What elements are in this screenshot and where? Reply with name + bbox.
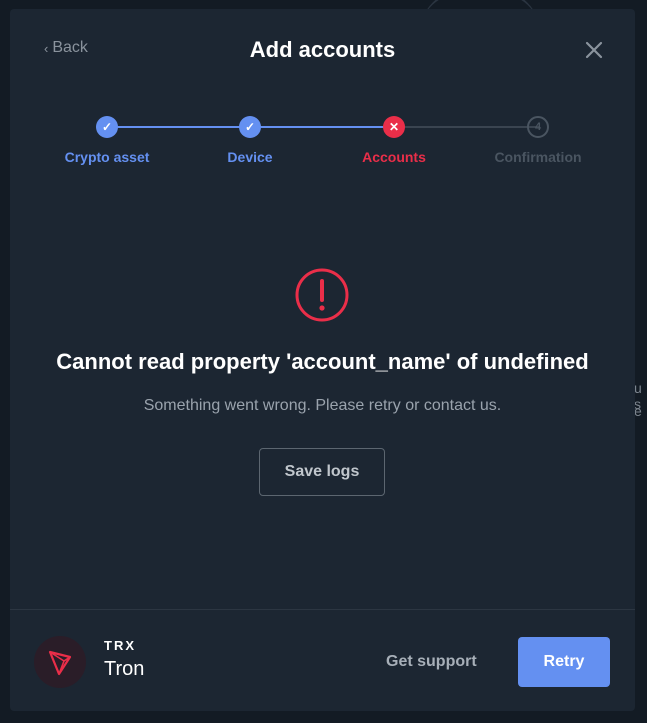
coin-ticker: TRX xyxy=(104,638,136,653)
save-logs-button[interactable]: Save logs xyxy=(259,448,385,496)
retry-button[interactable]: Retry xyxy=(518,637,610,687)
step-connector xyxy=(107,126,251,128)
step-1-check-icon: ✓ xyxy=(96,116,118,138)
error-subtitle: Something went wrong. Please retry or co… xyxy=(143,397,502,414)
step-connector xyxy=(251,126,395,128)
step-2-check-icon: ✓ xyxy=(239,116,261,138)
modal-footer: TRX Tron Get support Retry xyxy=(10,609,635,712)
get-support-button[interactable]: Get support xyxy=(386,653,477,671)
step-label-confirmation: Confirmation xyxy=(494,149,582,165)
step-connector xyxy=(395,126,539,128)
step-label-device: Device xyxy=(227,149,273,165)
error-circle-icon xyxy=(295,268,349,322)
step-4-number: 4 xyxy=(527,116,549,138)
tron-logo-icon xyxy=(48,650,72,676)
step-label-accounts: Accounts xyxy=(362,149,426,165)
error-title: Cannot read property 'account_name' of u… xyxy=(56,349,589,374)
background-partial-text: e xyxy=(634,403,642,419)
add-accounts-modal: ‹ Back Add accounts ✓ ✓ ✕ 4 Crypto asset… xyxy=(10,9,635,711)
stepper: ✓ ✓ ✕ 4 Crypto asset Device Accounts Con… xyxy=(10,9,635,189)
tron-coin-icon xyxy=(34,636,86,688)
step-3-error-icon: ✕ xyxy=(383,116,405,138)
coin-name: Tron xyxy=(104,658,145,680)
step-label-crypto-asset: Crypto asset xyxy=(64,149,150,165)
